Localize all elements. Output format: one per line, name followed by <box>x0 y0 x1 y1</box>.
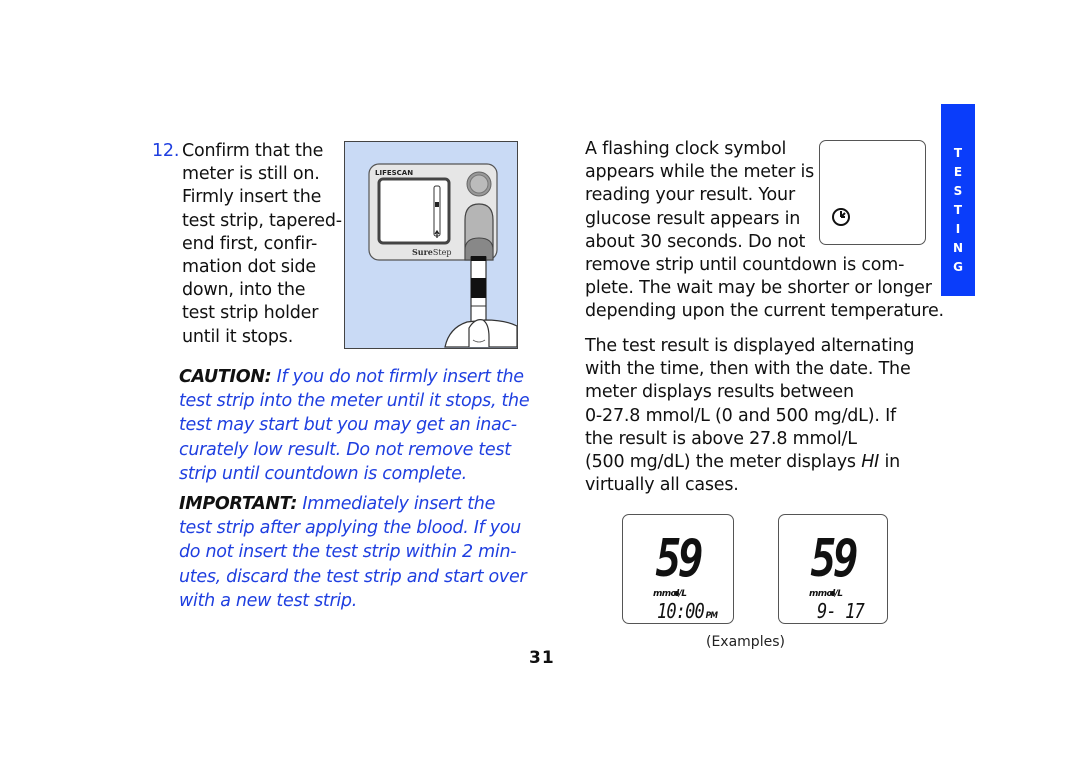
text-line: (500 mg/dL) the meter displays HI in <box>585 451 901 472</box>
text-line: depending upon the current temperature. <box>585 301 944 322</box>
text-line: 0-27.8 mmol/L (0 and 500 mg/dL). If <box>585 405 897 426</box>
text-line: remove strip until countdown is com- <box>585 254 905 275</box>
clock-icon <box>832 208 850 226</box>
important-line: utes, discard the test strip and start o… <box>179 566 527 587</box>
step-line: end first, confir- <box>182 233 318 254</box>
unit-label: mmol/L <box>653 589 687 599</box>
step-text: Confirm that the meter is still on. Firm… <box>182 140 352 349</box>
section-tab-testing[interactable]: T E S T I N G <box>941 104 975 296</box>
step-line: Firmly insert the <box>182 187 322 208</box>
caution-line: test may start but you may get an inac- <box>179 415 517 436</box>
step-line: mation dot side <box>182 256 316 277</box>
manual-page: 12. Confirm that the meter is still on. … <box>0 0 1080 784</box>
step-number: 12. <box>152 141 180 161</box>
caution-line: strip until countdown is complete. <box>179 463 467 484</box>
text-line: the result is above 27.8 mmol/L <box>585 428 857 449</box>
step-line: down, into the <box>182 280 306 301</box>
important-label: IMPORTANT: <box>179 494 298 514</box>
important-line: do not insert the test strip within 2 mi… <box>179 542 517 563</box>
text-line: plete. The wait may be shorter or longer <box>585 278 932 299</box>
model-label: SureStep <box>412 247 451 257</box>
caution-label: CAUTION: <box>179 367 272 387</box>
brand-label: LIFESCAN <box>375 169 413 177</box>
caution-line: curately low result. Do not remove test <box>179 439 511 460</box>
caution-line: If you do not firmly insert the <box>271 367 524 387</box>
important-line: test strip after applying the blood. If … <box>179 518 521 539</box>
text-line: virtually all cases. <box>585 475 739 496</box>
time-readout: 10:00 PM <box>657 599 718 623</box>
step-line: test strip, tapered- <box>182 210 342 231</box>
unit-label: mmol/L <box>809 589 843 599</box>
important-line: with a new test strip. <box>179 590 357 611</box>
step-line: Confirm that the <box>182 141 324 161</box>
text-line: The test result is displayed alternating <box>585 336 915 356</box>
example-display-date: 59 mmol/L 9- 17 <box>778 514 888 624</box>
result-value: 59 <box>810 529 859 589</box>
meter-illustration: LIFESCAN SureStep <box>344 141 518 349</box>
result-paragraph: The test result is displayed alternating… <box>585 335 915 497</box>
step-line: test strip holder <box>182 303 319 324</box>
meter-drawing: LIFESCAN SureStep <box>368 163 517 348</box>
result-value: 59 <box>655 529 704 589</box>
caution-line: test strip into the meter until it stops… <box>179 391 530 412</box>
date-readout: 9- 17 <box>817 599 865 623</box>
text-line: with the time, then with the date. The <box>585 359 911 380</box>
page-number: 31 <box>529 648 555 668</box>
strip-indicator <box>433 185 441 237</box>
hi-indicator: HI <box>861 451 880 472</box>
examples-caption: (Examples) <box>706 634 785 650</box>
example-display-time: 59 mmol/L 10:00 PM <box>622 514 734 624</box>
important-line: Immediately insert the <box>297 494 496 514</box>
meter-button <box>469 174 489 194</box>
step-line: meter is still on. <box>182 164 320 185</box>
step-line: until it stops. <box>182 326 294 347</box>
caution-notice: CAUTION: If you do not firmly insert the… <box>179 365 539 486</box>
clock-display <box>819 140 926 245</box>
section-tab-label: T E S T I N G <box>952 146 964 274</box>
important-notice: IMPORTANT: Immediately insert the test s… <box>179 492 539 613</box>
text-line: meter displays results between <box>585 382 854 403</box>
